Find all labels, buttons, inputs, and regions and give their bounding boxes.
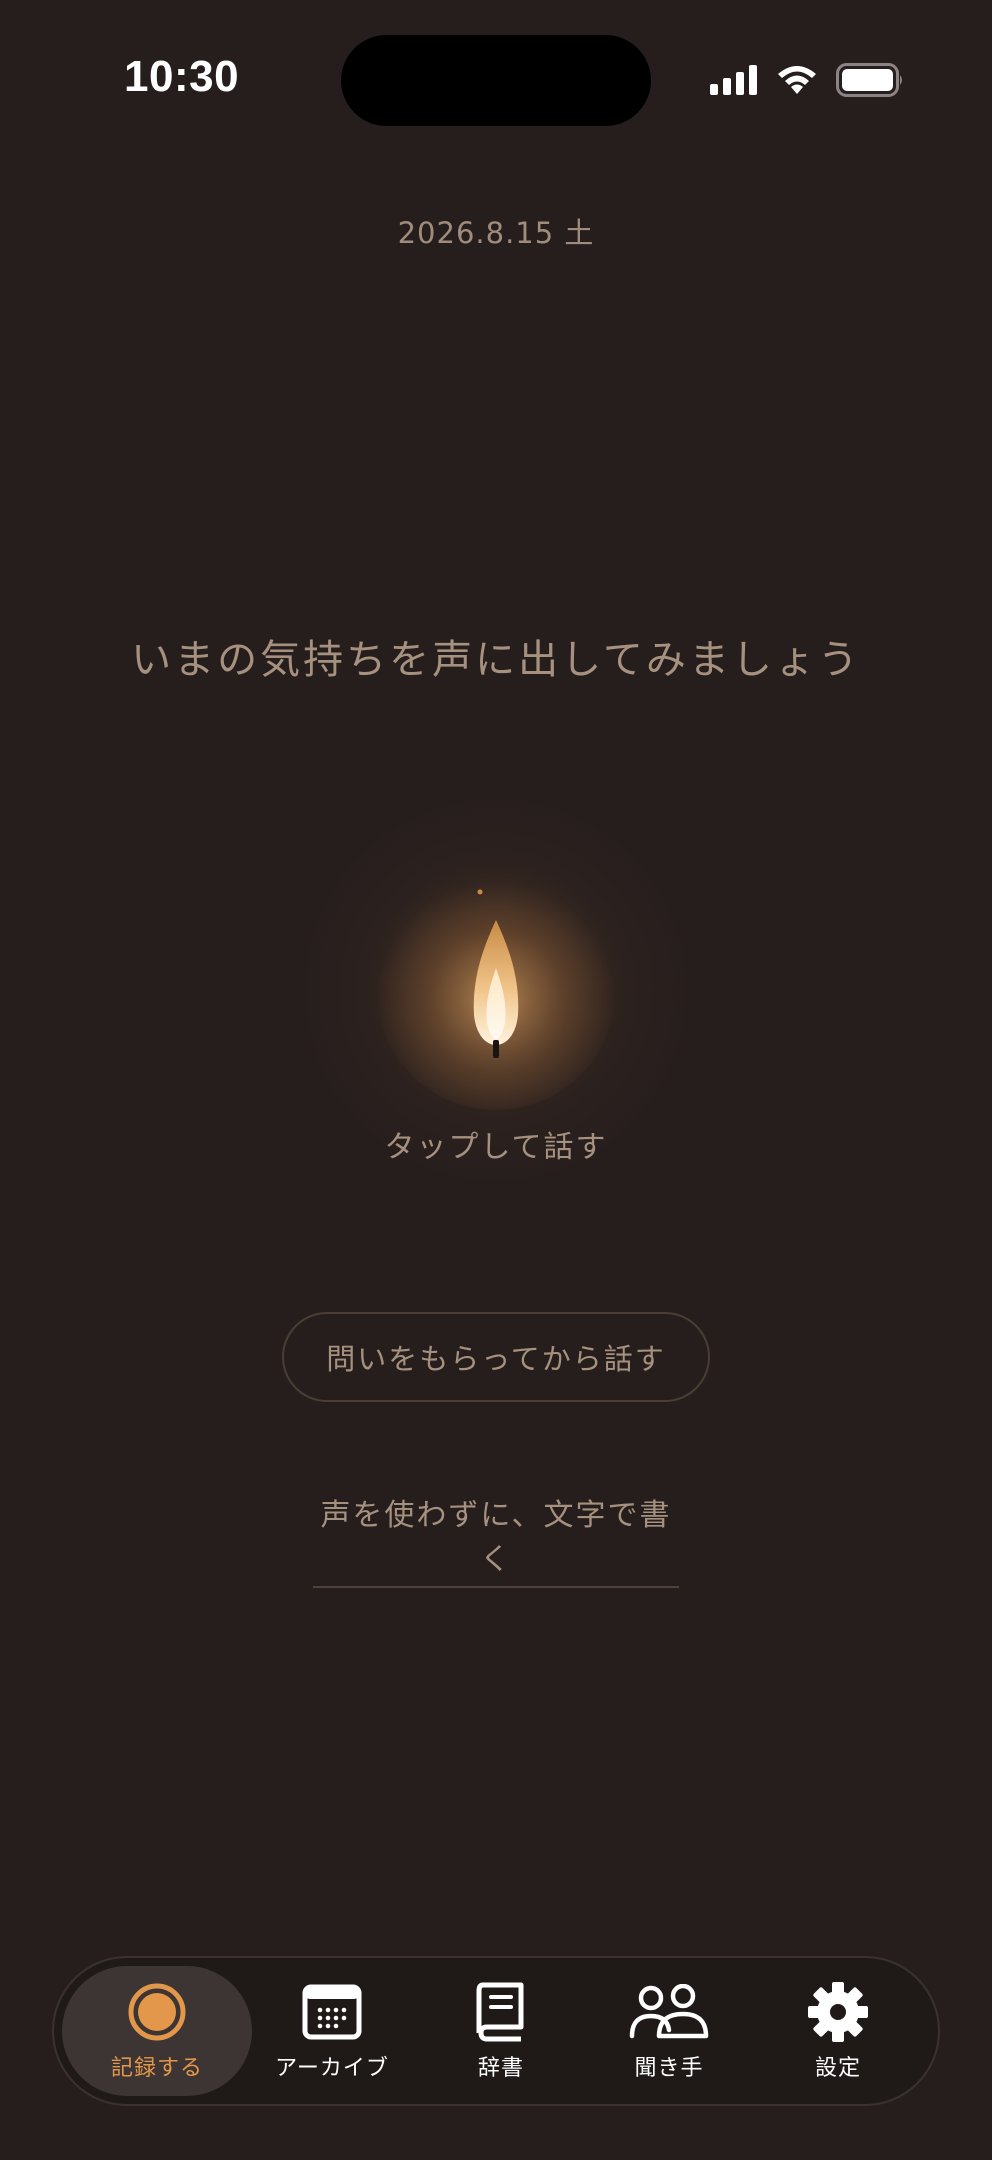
tab-listener-label: 聞き手	[634, 2056, 704, 2081]
tap-to-speak-label: タップして話す	[384, 1130, 608, 1165]
tab-record-label: 記録する	[110, 2056, 203, 2081]
tab-bar: 記録する アーカイブ 辞書 聞き手 設定	[52, 1956, 940, 2106]
status-icons	[710, 60, 904, 100]
tab-settings-label: 設定	[814, 2056, 861, 2081]
tab-dictionary-label: 辞書	[477, 2056, 524, 2081]
tab-record[interactable]: 記録する	[62, 1966, 252, 2096]
tab-dictionary[interactable]: 辞書	[406, 1966, 596, 2096]
current-date: 2026.8.15 土	[397, 216, 595, 250]
status-time: 10:30	[124, 52, 240, 101]
dynamic-island	[341, 35, 651, 126]
gear-icon	[807, 1980, 869, 2044]
signal-icon	[710, 65, 757, 95]
tab-listener[interactable]: 聞き手	[574, 1966, 764, 2096]
battery-icon	[836, 63, 902, 97]
calendar-icon	[302, 1980, 362, 2044]
tab-settings[interactable]: 設定	[743, 1966, 933, 2096]
write-text-link[interactable]: 声を使わずに、文字で書く	[313, 1490, 679, 1588]
book-icon	[475, 1980, 527, 2044]
prompt-text: いまの気持ちを声に出してみましょう	[131, 637, 861, 683]
question-first-button[interactable]: 問いをもらってから話す	[282, 1312, 710, 1402]
record-screen: 10:30 2026.8.15 土 いまの気持ちを声に出してみましょう タップし…	[0, 0, 992, 2160]
tab-archive[interactable]: アーカイブ	[237, 1966, 427, 2096]
record-icon	[127, 1980, 187, 2044]
wifi-icon	[778, 66, 816, 94]
tab-archive-label: アーカイブ	[275, 2056, 389, 2081]
people-icon	[629, 1980, 709, 2044]
